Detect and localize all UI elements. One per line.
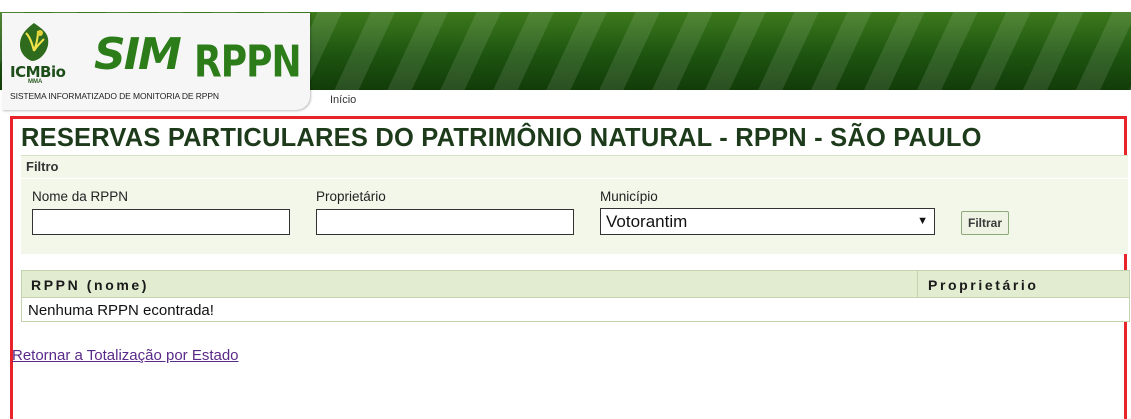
column-header-owner: Proprietário xyxy=(928,277,1039,293)
filter-title: Filtro xyxy=(26,159,59,174)
filter-divider xyxy=(21,178,1128,179)
column-divider xyxy=(917,271,918,298)
filter-button[interactable]: Filtrar xyxy=(961,211,1010,235)
page-title: RESERVAS PARTICULARES DO PATRIMÔNIO NATU… xyxy=(21,124,982,152)
column-header-name: RPPN (nome) xyxy=(31,277,150,293)
nav-home-link[interactable]: Início xyxy=(330,94,356,106)
brand-rppn-text: RPPN xyxy=(194,38,302,88)
brand-subtitle: SISTEMA INFORMATIZADO DE MONITORIA DE RP… xyxy=(10,91,219,101)
mma-logo-text: MMA xyxy=(28,79,43,85)
back-to-state-totals-link[interactable]: Retornar a Totalização por Estado xyxy=(12,347,239,364)
municipality-field-label: Município xyxy=(600,189,658,204)
site-logo[interactable]: ICMBio MMA SIM RPPN SISTEMA INFORMATIZAD… xyxy=(2,13,310,110)
content-frame: RESERVAS PARTICULARES DO PATRIMÔNIO NATU… xyxy=(10,116,1130,419)
municipality-selected-value: Votorantim xyxy=(606,212,688,231)
header-top-strip xyxy=(0,0,1131,12)
owner-field-label: Proprietário xyxy=(316,189,386,204)
name-field-label: Nome da RPPN xyxy=(32,189,129,204)
owner-input[interactable] xyxy=(316,209,574,235)
municipality-select[interactable]: Votorantim ▼ xyxy=(600,208,935,235)
empty-results-message: Nenhuma RPPN econtrada! xyxy=(28,302,214,319)
dropdown-arrow-icon: ▼ xyxy=(917,215,928,227)
icmbio-leaf-icon xyxy=(20,23,49,61)
table-row: Nenhuma RPPN econtrada! xyxy=(21,298,1130,322)
filter-panel: Filtro Nome da RPPN Proprietário Municíp… xyxy=(21,155,1128,254)
brand-sim-text: SIM xyxy=(94,29,182,80)
table-header-row: RPPN (nome) Proprietário xyxy=(21,270,1130,298)
name-input[interactable] xyxy=(32,209,290,235)
